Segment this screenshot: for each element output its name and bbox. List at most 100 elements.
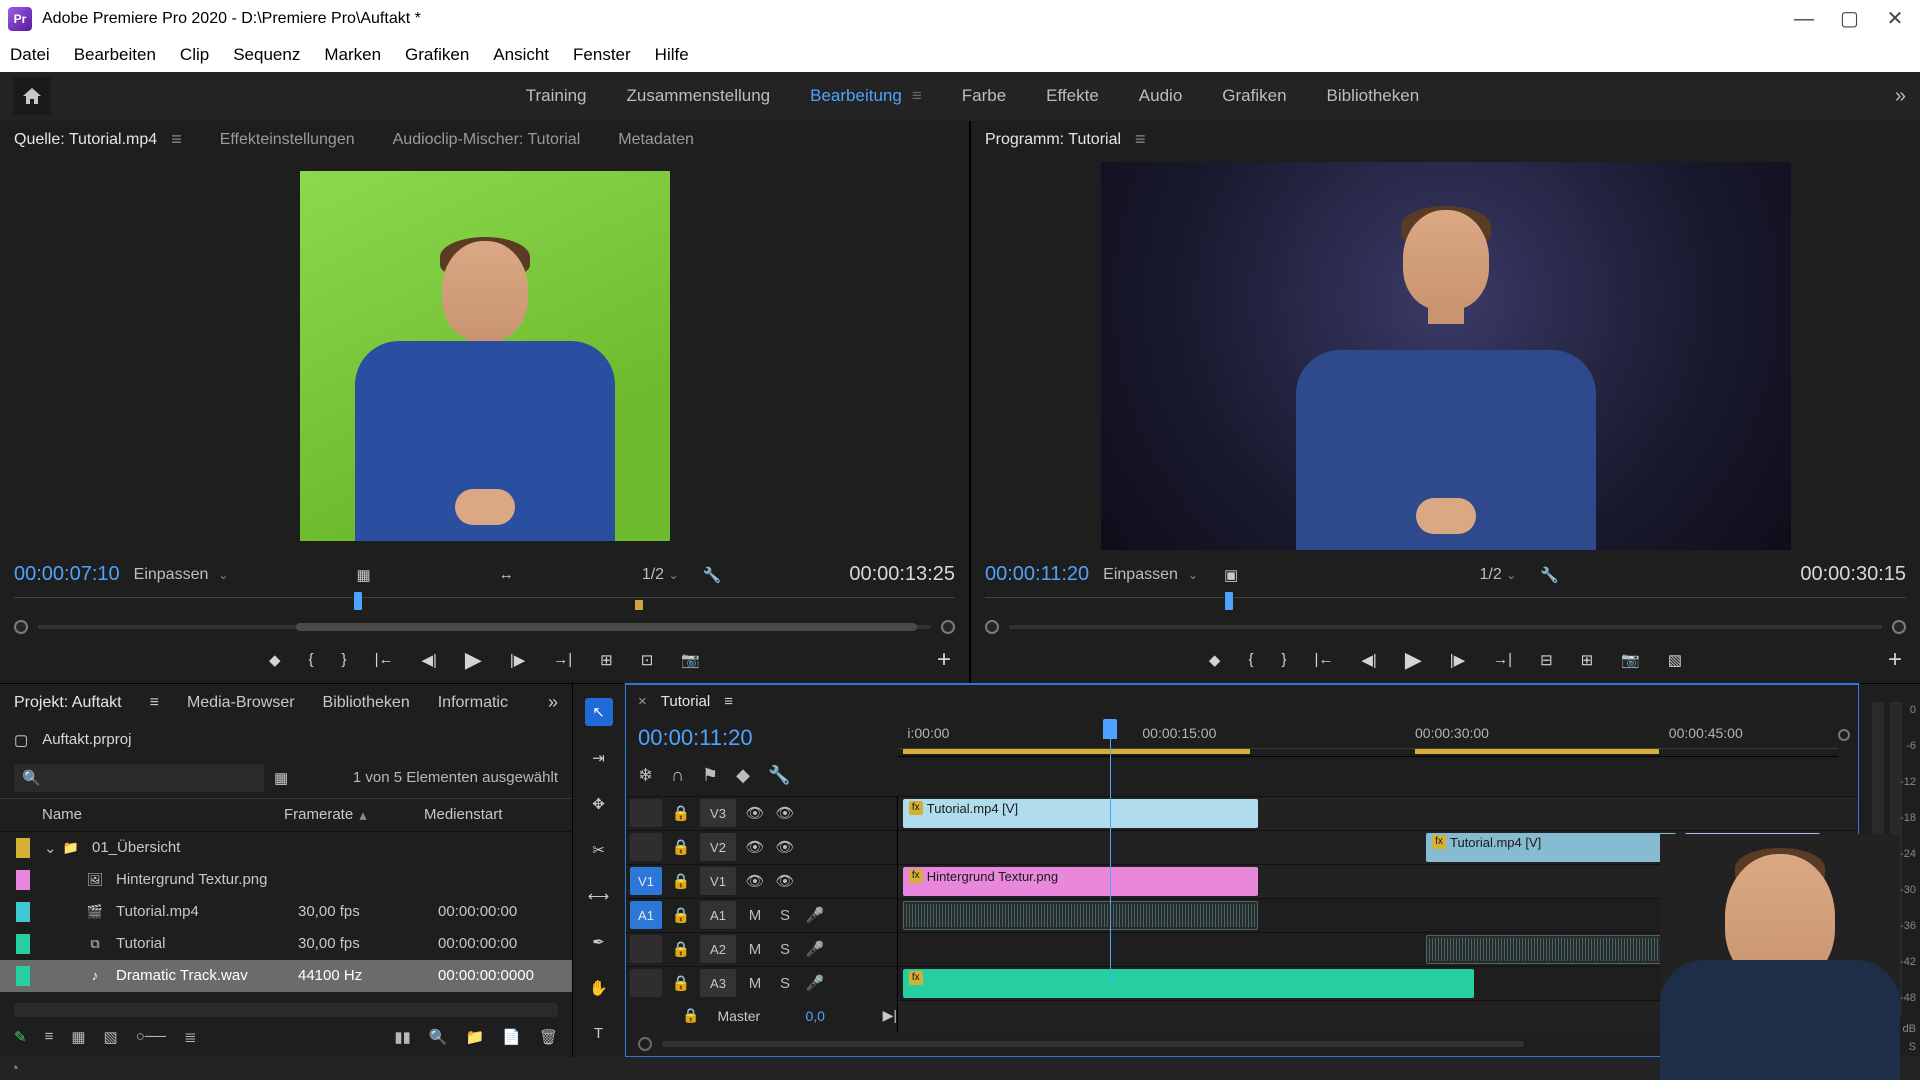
close-button[interactable]: ✕ — [1886, 10, 1904, 28]
workspace-grafiken[interactable]: Grafiken — [1222, 86, 1286, 106]
clip[interactable]: fxTutorial.mp4 [V] — [903, 799, 1258, 828]
menu-grafiken[interactable]: Grafiken — [405, 45, 469, 65]
add-marker-icon[interactable]: ⚑ — [702, 765, 718, 786]
workspace-zusammenstellung[interactable]: Zusammenstellung — [627, 86, 771, 106]
mark-in-icon[interactable]: ◆ — [1209, 651, 1221, 669]
settings-icon[interactable]: 🔧 — [768, 765, 790, 786]
col-medienstart[interactable]: Medienstart — [424, 806, 502, 823]
hand-tool[interactable]: ✋ — [585, 974, 613, 1002]
tab-bibliotheken[interactable]: Bibliotheken — [323, 694, 410, 712]
goto-in-icon[interactable]: |← — [375, 651, 394, 668]
workspace-training[interactable]: Training — [526, 86, 587, 106]
clip[interactable] — [1426, 935, 1676, 964]
source-out-marker[interactable] — [635, 600, 643, 610]
tab-metadaten[interactable]: Metadaten — [618, 131, 694, 149]
source-ruler[interactable] — [14, 597, 955, 615]
minimize-button[interactable]: — — [1794, 10, 1812, 28]
source-res-select[interactable]: 1/2 ⌄ — [642, 566, 679, 584]
menu-sequenz[interactable]: Sequenz — [233, 45, 300, 65]
new-item-icon[interactable]: 📄 — [502, 1028, 521, 1046]
comparison-icon[interactable]: ▧ — [1668, 651, 1682, 669]
tab-effekteinstellungen[interactable]: Effekteinstellungen — [220, 131, 355, 149]
source-fit-select[interactable]: Einpassen⌄ — [134, 566, 229, 584]
track-header[interactable]: 🔒 V2 👁👁 — [626, 830, 897, 864]
slip-tool[interactable]: ⟷ — [585, 882, 613, 910]
col-framerate[interactable]: Framerate▴ — [284, 806, 424, 824]
home-button[interactable] — [14, 77, 50, 115]
step-back-icon[interactable]: ◀| — [1361, 651, 1376, 669]
tab-programm[interactable]: Programm: Tutorial — [985, 131, 1121, 149]
clip[interactable]: fx — [903, 969, 1474, 998]
mark-out-bracket-icon[interactable]: } — [1281, 651, 1286, 668]
mark-in-icon[interactable]: ◆ — [269, 651, 281, 669]
project-item[interactable]: ♪ Dramatic Track.wav 44100 Hz 00:00:00:0… — [0, 960, 572, 992]
insert-icon[interactable]: ⊞ — [600, 651, 613, 669]
wrench-icon[interactable]: 🔧 — [1540, 566, 1559, 584]
tab-projekt[interactable]: Projekt: Auftakt — [14, 694, 122, 712]
zoom-slider[interactable]: ○── — [136, 1028, 166, 1045]
tab-menu-icon[interactable]: ≡ — [171, 129, 182, 150]
play-button[interactable]: ▶ — [465, 647, 482, 673]
tabs-overflow[interactable]: » — [548, 692, 558, 713]
export-frame-icon[interactable]: 📷 — [681, 651, 700, 669]
pencil-icon[interactable]: ✎ — [14, 1028, 27, 1046]
track-lane[interactable]: fxTutorial.mp4 [V] — [898, 796, 1858, 830]
project-item[interactable]: ⧉ Tutorial 30,00 fps 00:00:00:00 — [0, 928, 572, 960]
mark-in-bracket-icon[interactable]: { — [309, 651, 314, 668]
step-back-icon[interactable]: ◀| — [421, 651, 436, 669]
project-item[interactable]: 🎬 Tutorial.mp4 30,00 fps 00:00:00:00 — [0, 896, 572, 928]
goto-out-icon[interactable]: →| — [553, 651, 572, 668]
source-playhead-marker[interactable] — [353, 591, 363, 611]
workspace-farbe[interactable]: Farbe — [962, 86, 1006, 106]
linked-selection-icon[interactable]: ∩ — [671, 765, 684, 786]
maximize-button[interactable]: ▢ — [1840, 10, 1858, 28]
ripple-edit-tool[interactable]: ✥ — [585, 790, 613, 818]
menu-fenster[interactable]: Fenster — [573, 45, 631, 65]
mark-out-bracket-icon[interactable]: } — [342, 651, 347, 668]
program-scroll[interactable] — [985, 617, 1906, 637]
program-timecode[interactable]: 00:00:11:20 — [985, 563, 1089, 586]
play-button[interactable]: ▶ — [1405, 647, 1422, 673]
snap-icon[interactable]: ❄ — [638, 765, 653, 786]
step-forward-icon[interactable]: |▶ — [510, 651, 525, 669]
extract-icon[interactable]: ⊞ — [1581, 651, 1594, 669]
tab-menu-icon[interactable]: ≡ — [1135, 129, 1146, 150]
tab-menu-icon[interactable]: ≡ — [724, 693, 733, 710]
workspace-bearbeitung[interactable]: Bearbeitung≡ — [810, 86, 922, 106]
track-header[interactable]: 🔒 V3 👁👁 — [626, 796, 897, 830]
freeform-view-icon[interactable]: ▧ — [104, 1028, 118, 1046]
new-bin-icon[interactable]: 📁 — [466, 1028, 485, 1046]
tab-informatic[interactable]: Informatic — [438, 694, 508, 712]
workspace-audio[interactable]: Audio — [1139, 86, 1182, 106]
automate-icon[interactable]: ▮▮ — [394, 1028, 411, 1046]
workspace-effekte[interactable]: Effekte — [1046, 86, 1099, 106]
selection-tool[interactable]: ↖ — [585, 698, 613, 726]
filter-icon[interactable]: ▦ — [274, 769, 288, 787]
export-frame-icon[interactable]: 📷 — [1621, 651, 1640, 669]
track-header[interactable]: V1 🔒 V1 👁👁 — [626, 864, 897, 898]
program-playhead-marker[interactable] — [1224, 591, 1234, 611]
menu-marken[interactable]: Marken — [324, 45, 381, 65]
source-scroll[interactable] — [14, 617, 955, 637]
track-header[interactable]: 🔒 A2 MS🎤 — [626, 932, 897, 966]
menu-datei[interactable]: Datei — [10, 45, 50, 65]
program-res-select[interactable]: 1/2 ⌄ — [1480, 566, 1517, 584]
workspace-bibliotheken[interactable]: Bibliotheken — [1327, 86, 1420, 106]
add-button[interactable]: + — [937, 646, 951, 674]
drag-video-icon[interactable]: ▦ — [357, 566, 371, 584]
zoom-handle[interactable] — [1838, 729, 1850, 741]
goto-out-icon[interactable]: →| — [1493, 651, 1512, 668]
source-timecode[interactable]: 00:00:07:10 — [14, 563, 120, 586]
menu-clip[interactable]: Clip — [180, 45, 209, 65]
program-fit-select[interactable]: Einpassen⌄ — [1103, 566, 1198, 584]
program-ruler[interactable] — [985, 597, 1906, 615]
safe-margins-icon[interactable]: ▣ — [1224, 566, 1238, 584]
find-icon[interactable]: 🔍 — [429, 1028, 448, 1046]
tab-sequence[interactable]: Tutorial — [661, 693, 710, 710]
timeline-timecode[interactable]: 00:00:11:20 — [638, 725, 886, 751]
project-item[interactable]: ⌄ 📁 01_Übersicht — [0, 832, 572, 864]
overwrite-icon[interactable]: ⊡ — [641, 651, 654, 669]
pen-tool[interactable]: ✒ — [585, 928, 613, 956]
tab-media-browser[interactable]: Media-Browser — [187, 694, 295, 712]
track-header[interactable]: A1 🔒 A1 MS🎤 — [626, 898, 897, 932]
